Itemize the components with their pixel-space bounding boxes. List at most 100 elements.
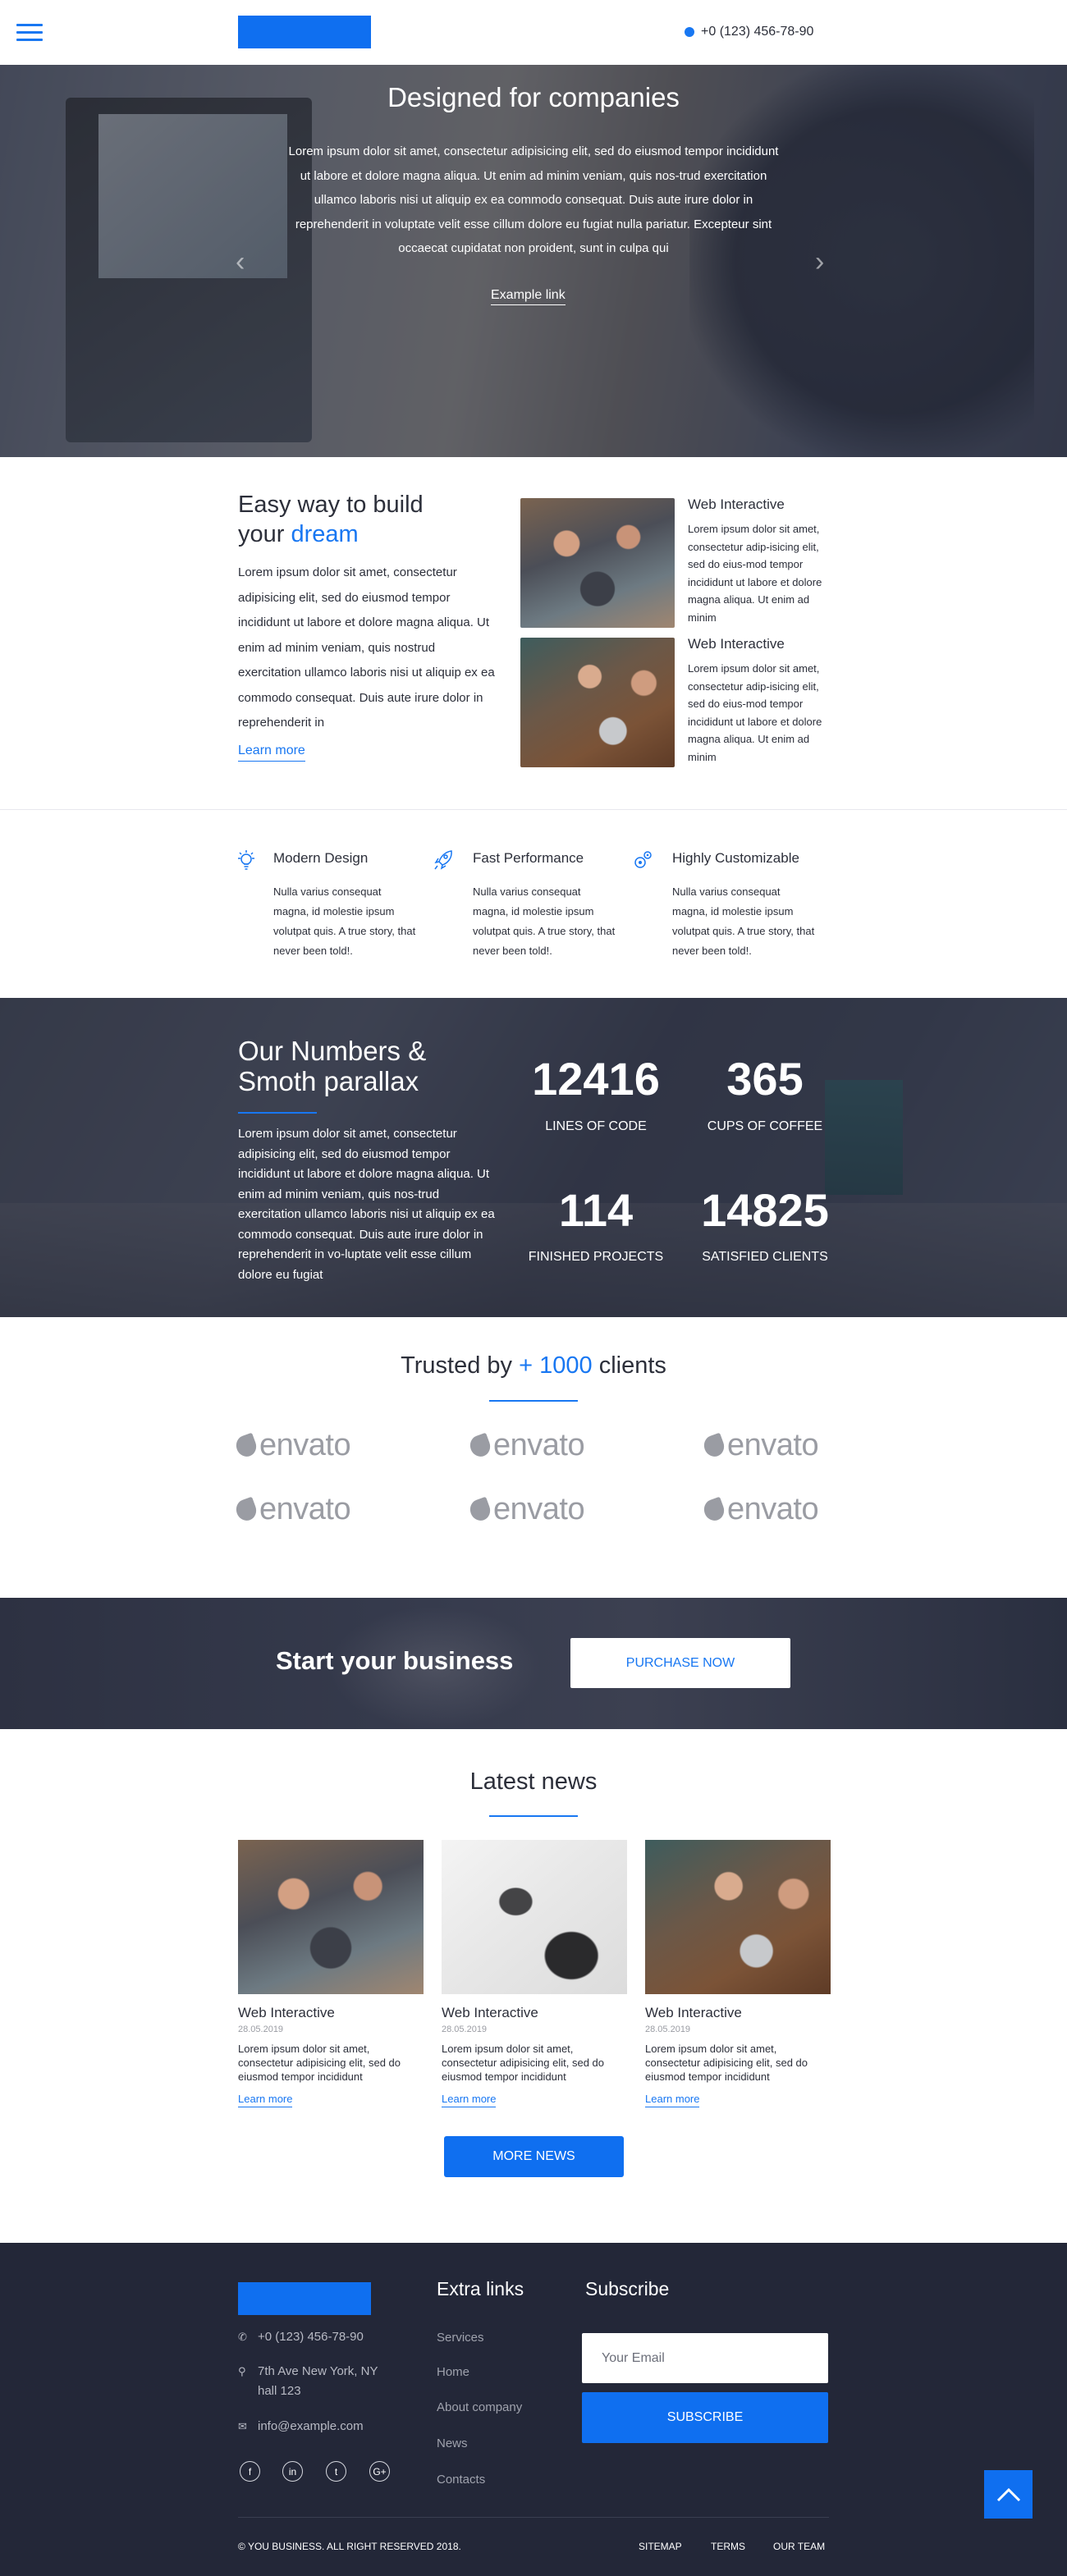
client-logo[interactable]: envato: [701, 1492, 819, 1527]
footer-logo[interactable]: [238, 2282, 371, 2315]
client-logo[interactable]: envato: [467, 1492, 585, 1527]
footer-link-services[interactable]: Services: [437, 2331, 484, 2345]
numbers-underline: [238, 1112, 317, 1114]
client-logo[interactable]: envato: [233, 1492, 351, 1527]
card-title[interactable]: Web Interactive: [688, 496, 785, 513]
facebook-icon[interactable]: f: [240, 2461, 260, 2482]
subscribe-title: Subscribe: [585, 2278, 670, 2299]
stat-value: 14825: [701, 1184, 829, 1236]
news-image[interactable]: [645, 1840, 831, 1994]
stat-value: 114: [558, 1184, 634, 1236]
footer-sitemap-link[interactable]: SITEMAP: [639, 2541, 682, 2552]
phone-icon: ✆: [238, 2331, 247, 2343]
hamburger-icon[interactable]: [16, 24, 43, 42]
client-logo[interactable]: envato: [233, 1428, 351, 1463]
news-learn-more-link[interactable]: Learn more: [645, 2093, 700, 2107]
feature-text: Nulla varius consequat magna, id molesti…: [473, 885, 616, 957]
header-phone[interactable]: +0 (123) 456-78-90: [685, 25, 813, 39]
card-text: Lorem ipsum dolor sit amet, consectetur …: [688, 662, 822, 763]
scroll-to-top-button[interactable]: [984, 2470, 1033, 2519]
lightbulb-icon: [238, 850, 254, 870]
more-news-button[interactable]: MORE NEWS: [444, 2136, 624, 2177]
news-learn-more-link[interactable]: Learn more: [238, 2093, 293, 2107]
purchase-now-button[interactable]: PURCHASE NOW: [570, 1638, 790, 1688]
feature-text: Nulla varius consequat magna, id molesti…: [273, 885, 416, 957]
news-date: 28.05.2019: [442, 2025, 488, 2034]
copyright: © YOU BUSINESS. ALL RIGHT RESERVED 2018.: [238, 2541, 461, 2552]
section-divider: [0, 809, 1067, 810]
site-header: [0, 0, 1067, 65]
footer-phone[interactable]: ✆ +0 (123) 456-78-90: [238, 2327, 364, 2347]
subscribe-button[interactable]: SUBSCRIBE: [582, 2392, 828, 2443]
stat-label: FINISHED PROJECTS: [528, 1250, 664, 1264]
news-card-title[interactable]: Web Interactive: [645, 2005, 742, 2021]
footer-terms-link[interactable]: TERMS: [711, 2541, 745, 2552]
google-plus-icon[interactable]: G+: [369, 2461, 390, 2482]
envato-leaf-icon: [467, 1496, 493, 1523]
gears-icon: [634, 851, 652, 868]
trusted-title: Trusted by + 1000 clients: [401, 1352, 666, 1379]
hero-title: Designed for companies: [387, 82, 680, 112]
footer-link-news[interactable]: News: [437, 2436, 468, 2450]
news-card-title[interactable]: Web Interactive: [238, 2005, 335, 2021]
about-title: Easy way to build your dream: [238, 492, 424, 547]
header-phone-number: +0 (123) 456-78-90: [701, 25, 814, 39]
stat-value: 365: [726, 1053, 804, 1105]
feature-text: Nulla varius consequat magna, id molesti…: [672, 885, 815, 957]
news-image[interactable]: [442, 1840, 627, 1994]
phone-icon: [685, 27, 694, 37]
cta-title: Start your business: [276, 1646, 514, 1675]
card-title[interactable]: Web Interactive: [688, 636, 785, 652]
slider-next-arrow-icon[interactable]: ›: [815, 246, 824, 278]
news-date: 28.05.2019: [238, 2025, 284, 2034]
numbers-title: Our Numbers & Smoth parallax: [238, 1036, 427, 1096]
extra-links-title: Extra links: [437, 2278, 524, 2299]
envato-leaf-icon: [701, 1432, 727, 1459]
card-image-women[interactable]: [520, 638, 675, 767]
site-footer: [0, 2243, 1067, 2576]
slider-prev-arrow-icon[interactable]: ‹: [236, 246, 245, 278]
stat-label: SATISFIED CLIENTS: [702, 1250, 828, 1264]
twitter-icon[interactable]: t: [326, 2461, 346, 2482]
rocket-icon: [434, 850, 452, 870]
footer-email[interactable]: ✉ info@example.com: [238, 2417, 364, 2436]
footer-address: ⚲ 7th Ave New York, NY hall 123: [238, 2362, 378, 2401]
subscribe-email-input[interactable]: [582, 2333, 828, 2383]
chevron-up-icon: [996, 2487, 1020, 2501]
trusted-underline: [489, 1400, 578, 1402]
envato-leaf-icon: [701, 1496, 727, 1523]
footer-link-home[interactable]: Home: [437, 2365, 469, 2379]
about-learn-more-link[interactable]: Learn more: [238, 744, 305, 762]
news-text: Lorem ipsum dolor sit amet, consectetur …: [442, 2043, 605, 2083]
card-text: Lorem ipsum dolor sit amet, consectetur …: [688, 523, 822, 624]
news-date: 28.05.2019: [645, 2025, 691, 2034]
stat-value: 12416: [532, 1053, 660, 1105]
envato-leaf-icon: [467, 1432, 493, 1459]
footer-divider: [238, 2517, 829, 2518]
footer-link-contacts[interactable]: Contacts: [437, 2473, 485, 2487]
news-title: Latest news: [469, 1768, 598, 1795]
hero-example-link[interactable]: Example link: [491, 288, 566, 305]
envato-leaf-icon: [233, 1432, 259, 1459]
hero-slider: [0, 65, 1067, 457]
envato-leaf-icon: [233, 1496, 259, 1523]
footer-our-team-link[interactable]: OUR TEAM: [773, 2541, 825, 2552]
news-learn-more-link[interactable]: Learn more: [442, 2093, 497, 2107]
news-underline: [489, 1815, 578, 1817]
location-pin-icon: ⚲: [238, 2365, 246, 2377]
client-logo[interactable]: envato: [467, 1428, 585, 1463]
news-image[interactable]: [238, 1840, 424, 1994]
stat-label: LINES OF CODE: [545, 1119, 647, 1133]
site-logo[interactable]: [238, 16, 371, 48]
feature-title: Fast Performance: [473, 850, 584, 866]
footer-link-about[interactable]: About company: [437, 2400, 522, 2414]
feature-title: Modern Design: [273, 850, 369, 866]
feature-title: Highly Customizable: [672, 850, 799, 866]
card-image-team[interactable]: [520, 498, 675, 628]
news-card-title[interactable]: Web Interactive: [442, 2005, 538, 2021]
cta-banner: [0, 1598, 1067, 1729]
linkedin-icon[interactable]: in: [282, 2461, 303, 2482]
client-logo[interactable]: envato: [701, 1428, 819, 1463]
news-text: Lorem ipsum dolor sit amet, consectetur …: [238, 2043, 401, 2083]
numbers-parallax: [0, 998, 1067, 1317]
